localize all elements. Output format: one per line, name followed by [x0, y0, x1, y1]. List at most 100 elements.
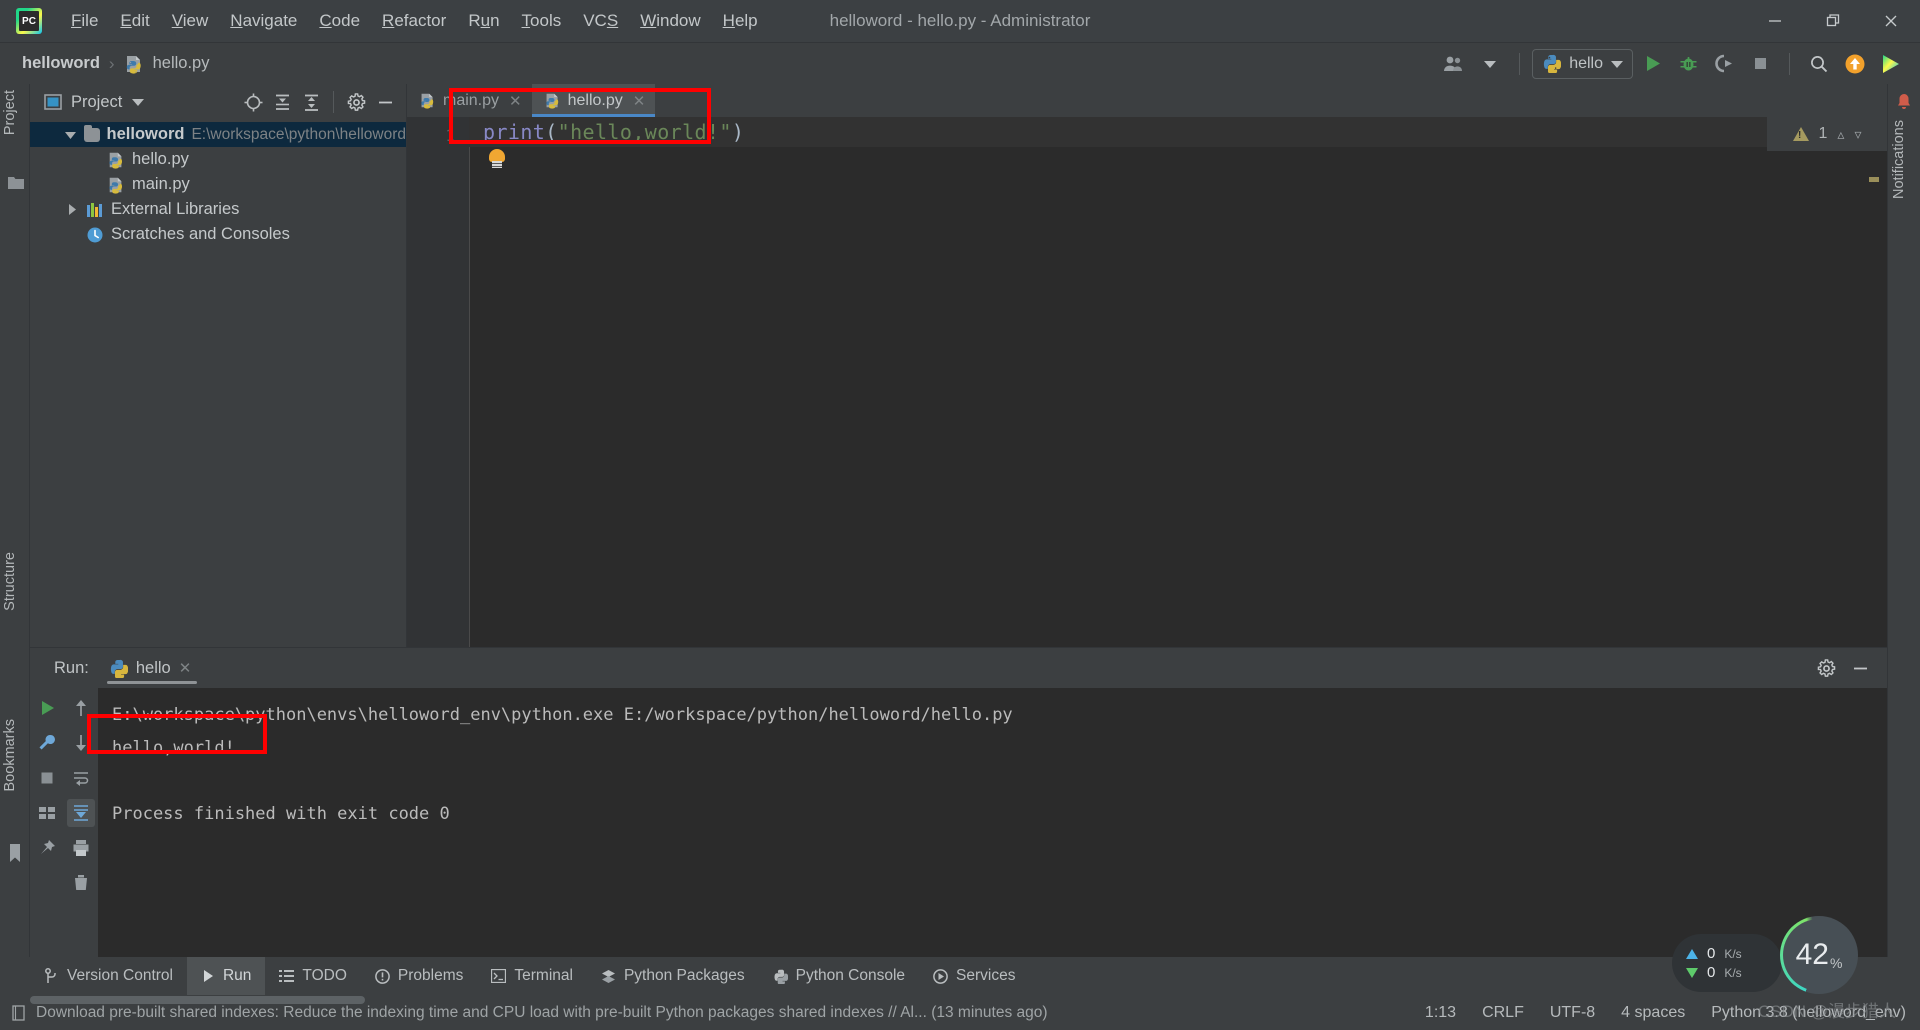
- library-icon: [86, 202, 104, 218]
- pin-icon[interactable]: [33, 834, 61, 862]
- caret-position[interactable]: 1:13: [1425, 1004, 1456, 1022]
- network-speed-widget[interactable]: 0 K/s 0 K/s: [1672, 934, 1782, 992]
- chevron-right-icon[interactable]: [64, 204, 79, 215]
- code-content[interactable]: print("hello,world!"): [469, 117, 1887, 647]
- folder-icon[interactable]: [8, 176, 24, 189]
- bottom-tab-terminal[interactable]: Terminal: [477, 957, 587, 995]
- breadcrumb-project[interactable]: helloword: [22, 54, 100, 73]
- grid-layout-icon[interactable]: [33, 799, 61, 827]
- tree-node-main-py[interactable]: main.py: [30, 172, 406, 197]
- maximize-button[interactable]: [1804, 0, 1862, 42]
- run-with-coverage-button[interactable]: [1707, 49, 1741, 79]
- bookmark-flag-icon[interactable]: [8, 844, 22, 862]
- line-separator[interactable]: CRLF: [1482, 1004, 1524, 1022]
- tree-node-helloword[interactable]: helloword E:\workspace\python\helloword: [30, 122, 406, 147]
- sidebar-item-project[interactable]: Project: [2, 90, 18, 135]
- sidebar-item-structure-label: Structure: [2, 552, 18, 611]
- menu-help[interactable]: Help: [712, 0, 769, 42]
- download-arrow-icon: [1686, 967, 1698, 978]
- soft-wrap-icon[interactable]: [67, 764, 95, 792]
- tree-node-external-libraries[interactable]: External Libraries: [30, 197, 406, 222]
- left-tool-strip: Project Structure Bookmarks: [0, 84, 30, 1030]
- chevron-up-icon[interactable]: ▵: [1837, 126, 1844, 143]
- panel-divider: [333, 91, 334, 113]
- bottom-tab-label: Terminal: [514, 967, 573, 984]
- close-icon[interactable]: ✕: [509, 92, 522, 110]
- hide-icon[interactable]: [372, 89, 398, 115]
- close-icon[interactable]: ✕: [179, 659, 192, 677]
- menu-run[interactable]: Run: [457, 0, 510, 42]
- indent-setting[interactable]: 4 spaces: [1621, 1004, 1685, 1022]
- sidebar-item-bookmarks[interactable]: Bookmarks: [2, 719, 18, 792]
- wrench-icon[interactable]: [33, 729, 61, 757]
- code-line-1[interactable]: print("hello,world!"): [469, 117, 1887, 147]
- print-icon[interactable]: [67, 834, 95, 862]
- bottom-tab-run[interactable]: Run: [186, 957, 266, 995]
- run-panel-actions: [1813, 655, 1887, 681]
- bottom-tab-version-control[interactable]: Version Control: [30, 957, 187, 995]
- sidebar-item-structure[interactable]: Structure: [2, 552, 18, 611]
- clear-all-icon[interactable]: [67, 869, 95, 897]
- status-message-area[interactable]: Download pre-built shared indexes: Reduc…: [0, 1004, 1048, 1022]
- hide-icon[interactable]: [1847, 655, 1873, 681]
- down-arrow-icon[interactable]: [67, 729, 95, 757]
- menu-file[interactable]: File: [60, 0, 109, 42]
- search-icon[interactable]: [1802, 49, 1836, 79]
- chevron-down-icon[interactable]: [132, 98, 145, 106]
- stop-button[interactable]: [1743, 49, 1777, 79]
- file-encoding[interactable]: UTF-8: [1550, 1004, 1595, 1022]
- menu-navigate[interactable]: Navigate: [219, 0, 308, 42]
- up-arrow-icon[interactable]: [67, 694, 95, 722]
- menu-view[interactable]: View: [161, 0, 220, 42]
- collapse-all-icon[interactable]: [298, 89, 324, 115]
- close-button[interactable]: [1862, 0, 1920, 42]
- editor-tab-main-py[interactable]: main.py ✕: [407, 84, 532, 117]
- memory-gauge-widget[interactable]: 42 %: [1780, 916, 1858, 994]
- stop-icon[interactable]: [33, 764, 61, 792]
- update-project-icon[interactable]: [1838, 49, 1872, 79]
- user-group-icon[interactable]: [1437, 49, 1471, 79]
- scroll-to-end-icon[interactable]: [67, 799, 95, 827]
- menu-refactor[interactable]: Refactor: [371, 0, 457, 42]
- menu-edit[interactable]: Edit: [109, 0, 160, 42]
- breadcrumb-file[interactable]: hello.py: [153, 54, 210, 73]
- menu-code[interactable]: Code: [308, 0, 371, 42]
- bottom-tab-services[interactable]: Services: [919, 957, 1029, 995]
- run-configuration-selector[interactable]: hello: [1532, 48, 1633, 79]
- inspection-marker[interactable]: [1869, 177, 1879, 182]
- locate-icon[interactable]: [240, 89, 266, 115]
- bottom-tab-python-console[interactable]: Python Console: [759, 957, 919, 995]
- expand-all-icon[interactable]: [269, 89, 295, 115]
- notification-bell-icon[interactable]: [1894, 92, 1914, 112]
- editor-gutter[interactable]: 1: [407, 117, 469, 647]
- settings-gear-icon[interactable]: [1813, 655, 1839, 681]
- console-output[interactable]: E:\workspace\python\envs\helloword_env\p…: [98, 688, 1887, 957]
- minimize-button[interactable]: [1746, 0, 1804, 42]
- chevron-down-icon[interactable]: [1473, 49, 1507, 79]
- jetbrains-toolbox-icon[interactable]: [1874, 49, 1908, 79]
- editor-tab-hello-py[interactable]: hello.py ✕: [531, 84, 656, 117]
- status-message[interactable]: Download pre-built shared indexes: Reduc…: [36, 1004, 1048, 1022]
- tree-node-hello-py[interactable]: hello.py: [30, 147, 406, 172]
- tree-node-scratches[interactable]: Scratches and Consoles: [30, 222, 406, 247]
- run-button[interactable]: [1635, 49, 1669, 79]
- menu-vcs[interactable]: VCS: [572, 0, 629, 42]
- settings-gear-icon[interactable]: [343, 89, 369, 115]
- run-tab-hello[interactable]: hello ✕: [106, 648, 198, 688]
- chevron-down-icon[interactable]: ▿: [1854, 126, 1861, 143]
- debug-button[interactable]: [1671, 49, 1705, 79]
- bottom-tab-python-packages[interactable]: Python Packages: [587, 957, 759, 995]
- code-editor[interactable]: 1 print("hello,world!") 1 ▵ ▿: [407, 117, 1887, 647]
- sidebar-item-notifications-label[interactable]: Notifications: [1891, 120, 1907, 199]
- menu-tools[interactable]: Tools: [511, 0, 573, 42]
- console-line: E:\workspace\python\envs\helloword_env\p…: [112, 704, 1013, 725]
- rerun-icon[interactable]: [33, 694, 61, 722]
- bottom-tab-problems[interactable]: Problems: [361, 957, 477, 995]
- status-message-scrollbar[interactable]: [30, 996, 365, 1004]
- chevron-down-icon[interactable]: [64, 131, 77, 139]
- lightbulb-icon[interactable]: [489, 149, 505, 168]
- bottom-tab-todo[interactable]: TODO: [265, 957, 361, 995]
- menu-window[interactable]: Window: [629, 0, 711, 42]
- close-icon[interactable]: ✕: [633, 92, 646, 110]
- bottom-tool-bar: Version Control Run TODO Problems Termin…: [0, 957, 1920, 995]
